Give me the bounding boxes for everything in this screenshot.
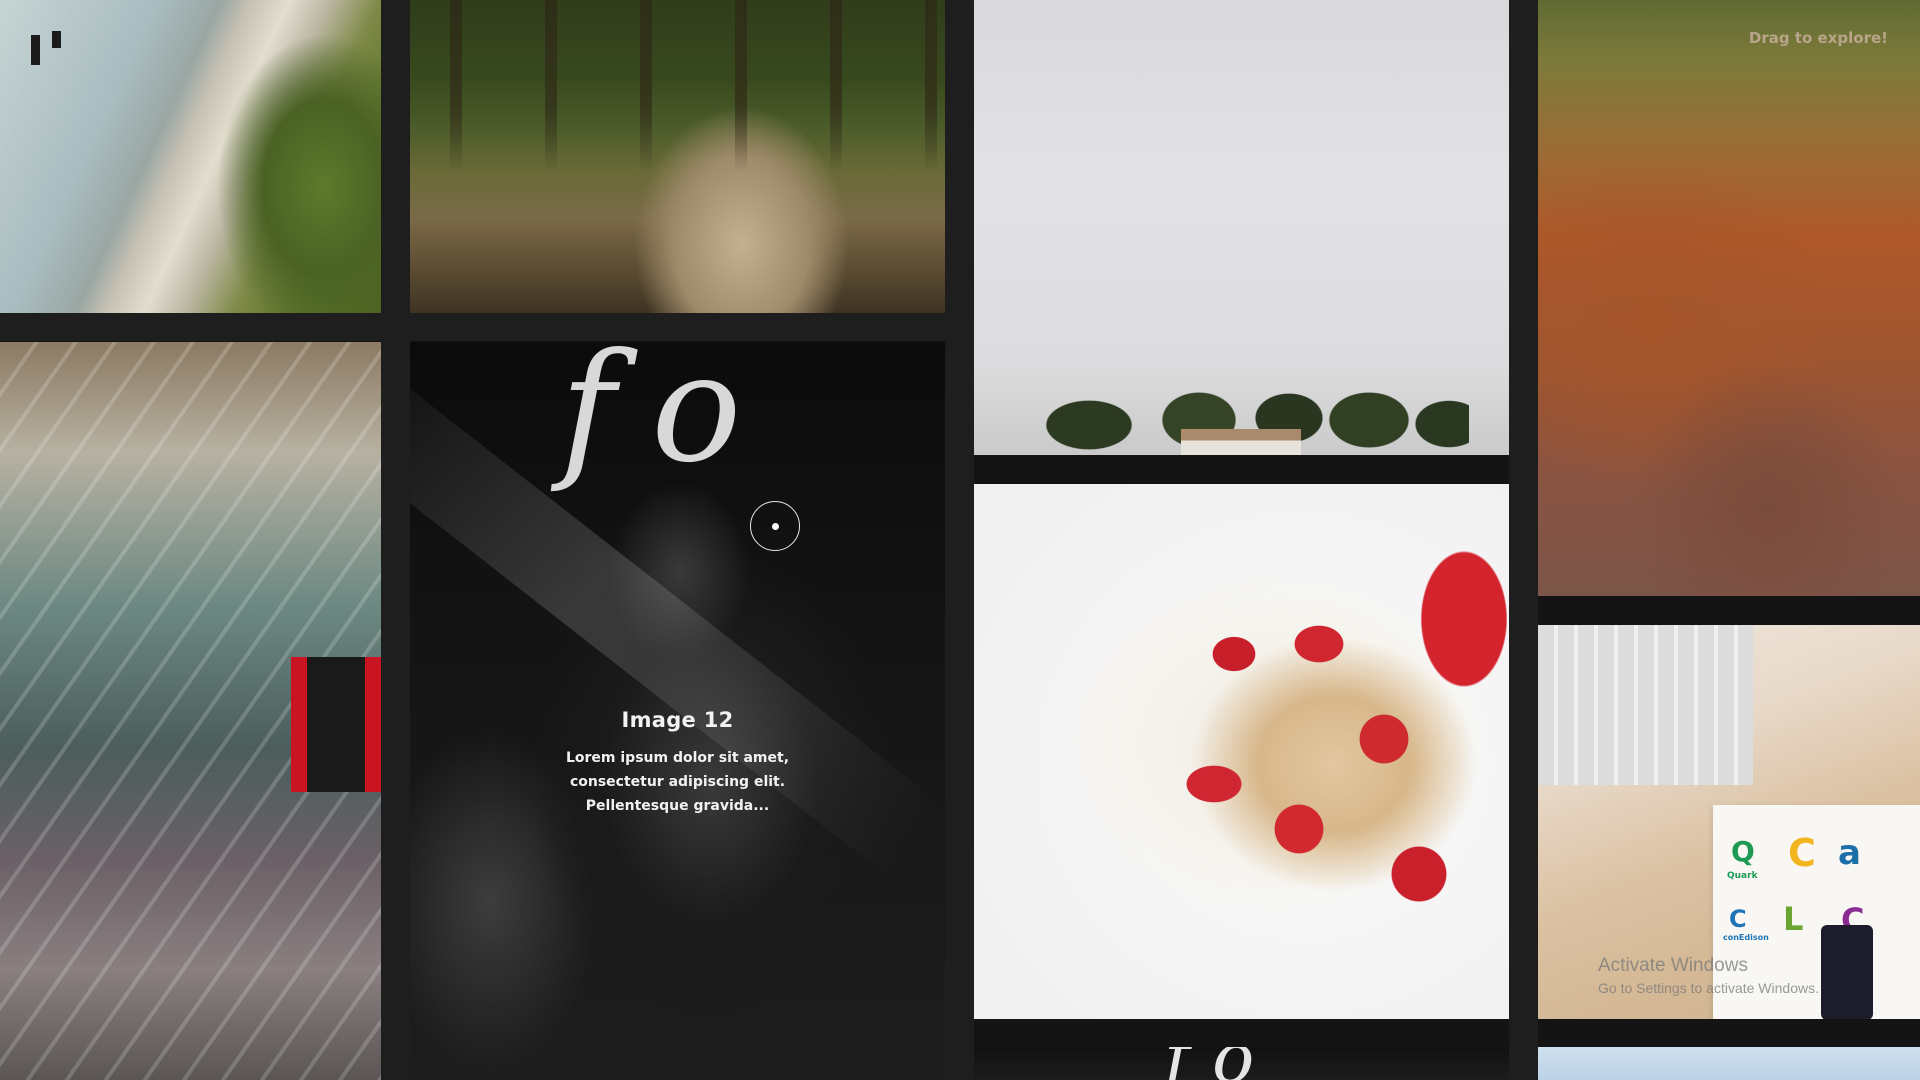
neon-sign: f o [560, 342, 741, 496]
pause-bar-right [52, 31, 61, 48]
logo-sheet: Q Quark C a C conEdison L C [1713, 805, 1920, 1019]
custom-cursor [750, 501, 800, 551]
tile-caption-title: Image 12 [621, 708, 734, 732]
pause-icon[interactable] [31, 31, 65, 65]
gallery-tile-concert[interactable]: f o Image 12 Lorem ipsum dolor sit amet,… [410, 342, 945, 1080]
tile-image [1538, 1047, 1920, 1080]
grid-divider [945, 0, 974, 1080]
grid-divider [1509, 0, 1538, 1080]
drag-hint: Drag to explore! [1748, 29, 1888, 47]
gallery-tile-escalator[interactable] [0, 342, 381, 1080]
cursor-dot [772, 523, 779, 530]
logo-a-blue: a [1838, 833, 1861, 873]
phone [1821, 925, 1873, 1019]
logo-c-yellow: C [1788, 831, 1816, 875]
gallery-tile-blue-sky[interactable] [1538, 1047, 1920, 1080]
tile-image [1538, 0, 1920, 596]
neon-sign: f o [1164, 1047, 1254, 1080]
tile-caption-description: Lorem ipsum dolor sit amet, consectetur … [565, 750, 790, 814]
grid-divider [381, 0, 410, 1080]
pause-bar-left [31, 35, 40, 65]
gallery-tile-forest-road[interactable] [410, 0, 945, 313]
logo-conedison: C [1729, 905, 1747, 933]
tile-caption: Image 12 Lorem ipsum dolor sit amet, con… [410, 708, 945, 818]
tree-trunks [410, 0, 945, 313]
logo-quark-label: Quark [1727, 871, 1758, 881]
logo-conedison-label: conEdison [1723, 933, 1769, 942]
gallery-tile-strawberry-bowl[interactable] [974, 484, 1509, 1019]
strawberries [974, 484, 1509, 1019]
gallery-tile-desk[interactable]: Q Quark C a C conEdison L C [1538, 625, 1920, 1019]
gallery-tile-autumn-leaves[interactable] [1538, 0, 1920, 596]
logo-quark: Q [1731, 835, 1755, 868]
logo-l-green: L [1783, 900, 1804, 938]
laptop-keyboard [1538, 625, 1753, 785]
gallery-tile-sky[interactable] [974, 0, 1509, 455]
gallery-tile-dark[interactable]: f o [974, 1047, 1509, 1080]
gallery-stage[interactable]: f o Image 12 Lorem ipsum dolor sit amet,… [0, 0, 1920, 1080]
store-sign [291, 657, 381, 792]
house-roof [1181, 429, 1301, 455]
